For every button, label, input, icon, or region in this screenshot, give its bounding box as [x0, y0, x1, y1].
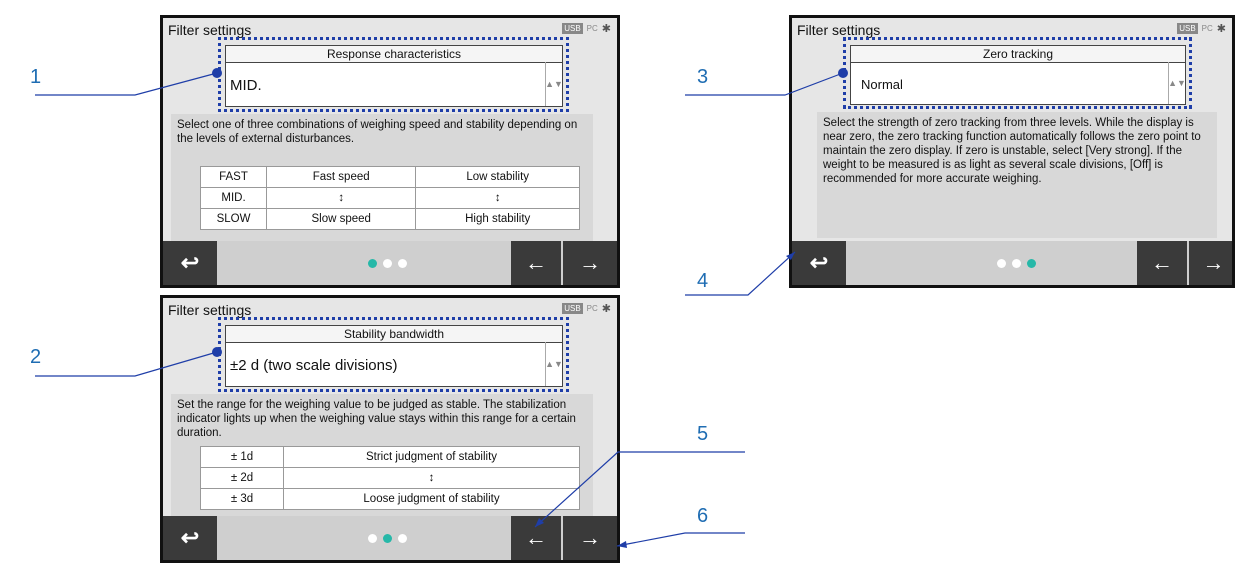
callout-number: 1	[30, 66, 42, 88]
callout-arrowhead-6	[617, 541, 627, 548]
callout-dot-3	[838, 68, 848, 78]
callout-line-3	[685, 72, 844, 96]
callout-dot-1	[212, 68, 222, 78]
callout-lines	[35, 68, 848, 548]
callout-dot-2	[212, 347, 222, 357]
callout-line-2	[35, 351, 218, 377]
callout-number: 4	[697, 270, 709, 292]
callout-number: 5	[697, 423, 709, 445]
callout-number: 2	[30, 346, 42, 368]
callout-line-6	[616, 532, 745, 547]
callout-number: 6	[697, 505, 709, 527]
callout-line-5	[534, 451, 745, 528]
callout-line-1	[35, 72, 218, 96]
callout-number: 3	[697, 66, 709, 88]
